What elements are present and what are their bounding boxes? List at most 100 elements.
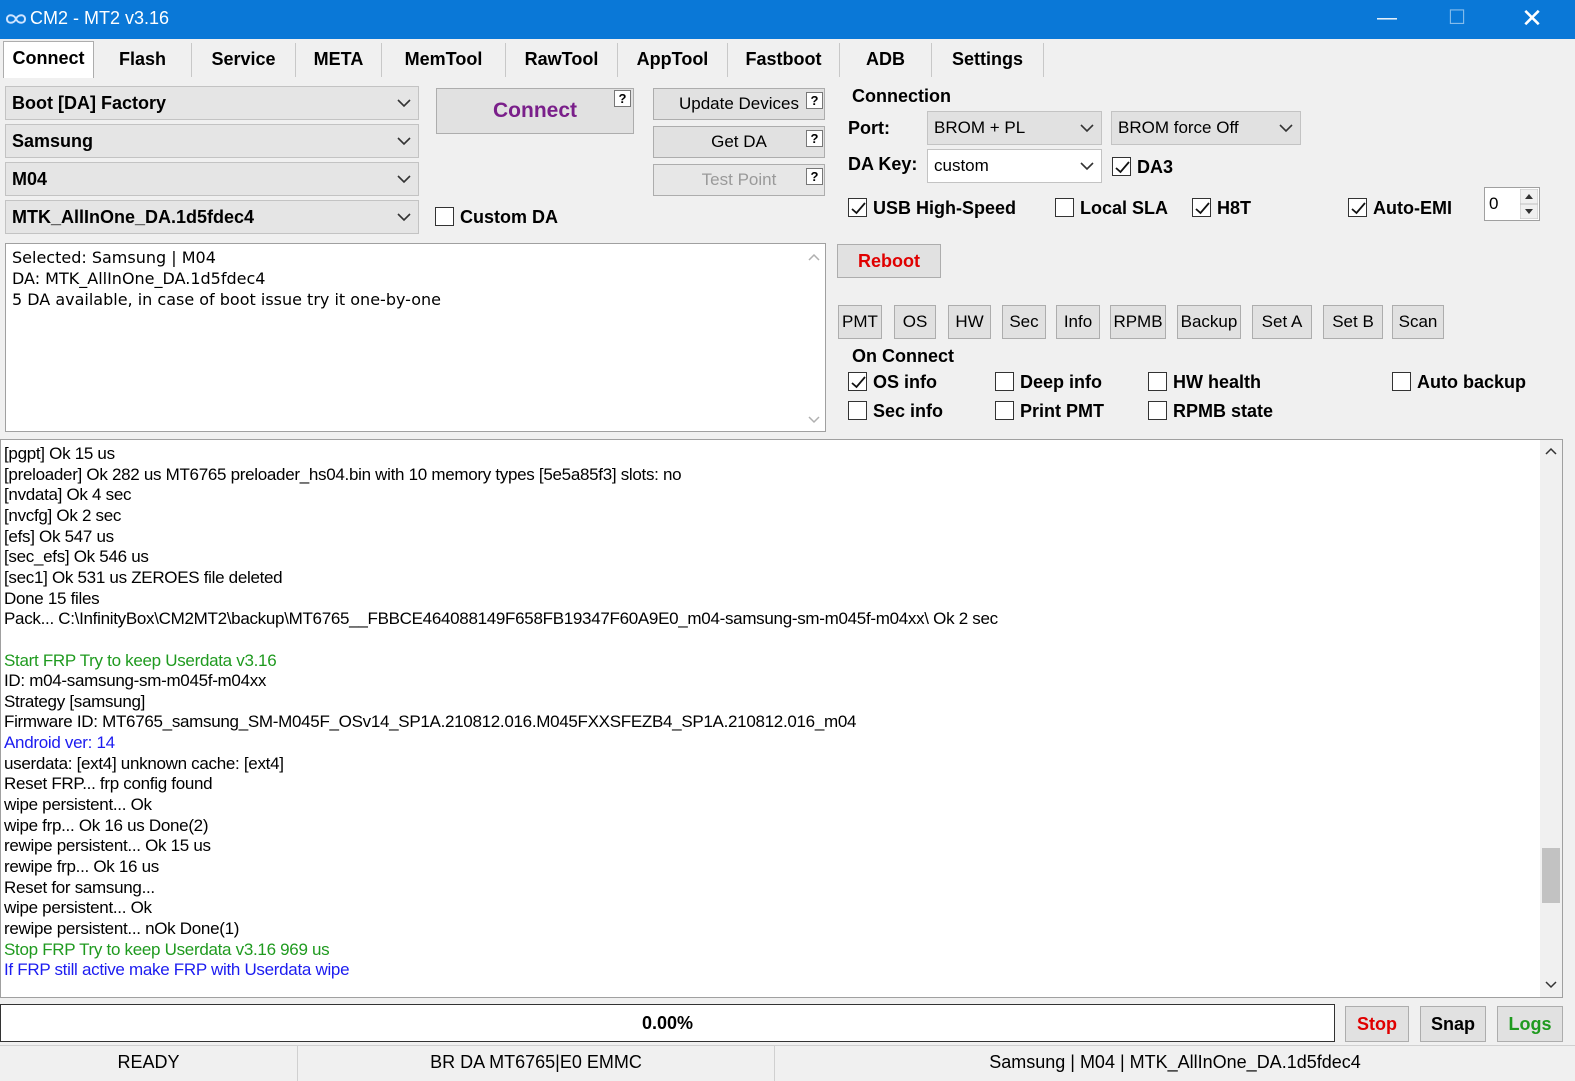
os-info-label: OS info [873, 372, 937, 392]
emi-value: 0 [1489, 194, 1499, 213]
auto-emi-label: Auto-EMI [1373, 198, 1452, 218]
log-line: [preloader] Ok 282 us MT6765 preloader_h… [4, 464, 682, 484]
log-line: userdata: [ext4] unknown cache: [ext4] [4, 753, 284, 773]
get-da-help-icon[interactable]: ? [806, 130, 823, 147]
tab-memtool[interactable]: MemTool [382, 43, 506, 77]
da-file-select[interactable]: MTK_AllInOne_DA.1d5fdec4 [5, 200, 419, 234]
stop-button[interactable]: Stop [1345, 1006, 1409, 1042]
check-mark-icon [1195, 202, 1210, 215]
update-devices-help-icon[interactable]: ? [806, 92, 823, 109]
tab-adb[interactable]: ADB [840, 43, 932, 77]
log-line: Pack... C:\InfinityBox\CM2MT2\backup\MT6… [4, 609, 998, 629]
boot-mode-select[interactable]: Boot [DA] Factory [5, 86, 419, 120]
test-point-button[interactable]: Test Point [653, 164, 825, 196]
dakey-select[interactable]: custom [927, 149, 1102, 183]
close-icon[interactable]: ✕ [1497, 0, 1567, 39]
log-line: wipe frp... Ok 16 us Done(2) [4, 815, 209, 835]
boot-mode-value: Boot [DA] Factory [12, 93, 166, 113]
logs-button[interactable]: Logs [1497, 1006, 1563, 1042]
main-tabs: Connect Flash Service META MemTool RawTo… [0, 39, 1575, 79]
log-line: Stop FRP Try to keep Userdata v3.16 969 … [4, 939, 330, 959]
log-line: [efs] Ok 547 us [4, 526, 114, 546]
connection-group-title: Connection [852, 86, 951, 106]
chevron-down-icon [1080, 124, 1094, 133]
status-device: BR DA MT6765|E0 EMMC [298, 1046, 775, 1081]
model-select[interactable]: M04 [5, 162, 419, 196]
spinner-arrows-icon[interactable] [1520, 189, 1538, 219]
dakey-value: custom [934, 156, 989, 175]
chevron-down-icon [397, 99, 411, 108]
scroll-thumb[interactable] [1542, 848, 1560, 903]
progress-text: 0.00% [641, 1013, 694, 1033]
log-line: [sec1] Ok 531 us ZEROES file deleted [4, 567, 283, 587]
update-devices-button[interactable]: Update Devices [653, 88, 825, 120]
local-sla-label: Local SLA [1080, 198, 1169, 218]
log-line: Android ver: 14 [4, 733, 115, 753]
tab-meta[interactable]: META [296, 43, 382, 77]
log-line: Firmware ID: MT6765_samsung_SM-M045F_OSv… [4, 712, 857, 732]
scroll-down-icon[interactable] [807, 415, 821, 425]
port-select[interactable]: BROM + PL [927, 111, 1102, 145]
connect-label: Connect [493, 99, 577, 122]
log-line: Strategy [samsung] [4, 691, 146, 711]
log-line: [nvdata] Ok 4 sec [4, 485, 132, 505]
info-line: DA: MTK_AllInOne_DA.1d5fdec4 [12, 269, 266, 288]
sec-button[interactable]: Sec [1002, 305, 1046, 339]
tab-flash[interactable]: Flash [94, 43, 192, 77]
log-line: wipe persistent... Ok [4, 795, 152, 815]
pmt-button[interactable]: PMT [838, 305, 882, 339]
brand-select[interactable]: Samsung [5, 124, 419, 158]
connect-button[interactable]: Connect [436, 88, 634, 134]
port-value: BROM + PL [934, 118, 1026, 137]
window-title: CM2 - MT2 v3.16 [30, 8, 170, 28]
chevron-down-icon [397, 213, 411, 222]
brand-value: Samsung [12, 131, 94, 151]
brom-mode-select[interactable]: BROM force Off [1111, 111, 1301, 145]
maximize-icon[interactable]: ☐ [1422, 0, 1492, 39]
check-mark-icon [1115, 161, 1130, 174]
checkbox-box [1148, 401, 1167, 420]
check-mark-icon [851, 202, 866, 215]
tab-settings[interactable]: Settings [932, 43, 1044, 77]
set-b-button[interactable]: Set B [1323, 305, 1383, 339]
connect-help-icon[interactable]: ? [614, 90, 631, 107]
checkbox-box [1112, 157, 1131, 176]
log-scrollbar[interactable] [1540, 440, 1562, 997]
print-pmt-label: Print PMT [1020, 401, 1104, 421]
dakey-label: DA Key: [848, 154, 918, 174]
custom-da-label: Custom DA [460, 207, 558, 227]
snap-button[interactable]: Snap [1420, 1006, 1486, 1042]
os-button[interactable]: OS [894, 305, 936, 339]
get-da-button[interactable]: Get DA [653, 126, 825, 158]
test-point-help-icon[interactable]: ? [806, 168, 823, 185]
tab-connect[interactable]: Connect [3, 41, 94, 78]
minimize-icon[interactable]: — [1352, 0, 1422, 39]
checkbox-box [1192, 198, 1211, 217]
info-button[interactable]: Info [1056, 305, 1100, 339]
update-devices-label: Update Devices [678, 94, 799, 113]
checkbox-box [848, 372, 867, 391]
reboot-button[interactable]: Reboot [837, 244, 941, 278]
h8t-label: H8T [1217, 198, 1252, 218]
backup-button[interactable]: Backup [1177, 305, 1241, 339]
scroll-up-icon[interactable] [1544, 446, 1558, 456]
set-a-button[interactable]: Set A [1252, 305, 1312, 339]
log-line: wipe persistent... Ok [4, 898, 152, 918]
tab-rawtool[interactable]: RawTool [506, 43, 618, 77]
auto-backup-label: Auto backup [1417, 372, 1527, 392]
selection-info-box[interactable]: Selected: Samsung | M04 DA: MTK_AllInOne… [5, 243, 826, 432]
scan-button[interactable]: Scan [1392, 305, 1444, 339]
rpmb-button[interactable]: RPMB [1110, 305, 1166, 339]
scroll-up-icon[interactable] [807, 252, 821, 262]
on-connect-group-title: On Connect [852, 346, 954, 366]
scroll-down-icon[interactable] [1544, 980, 1558, 990]
tab-fastboot[interactable]: Fastboot [728, 43, 840, 77]
brom-mode-value: BROM force Off [1118, 118, 1239, 137]
tab-service[interactable]: Service [192, 43, 296, 77]
emi-spinner[interactable]: 0 [1484, 187, 1540, 221]
tab-apptool[interactable]: AppTool [618, 43, 728, 77]
status-selection: Samsung | M04 | MTK_AllInOne_DA.1d5fdec4 [989, 1052, 1361, 1072]
info-line: 5 DA available, in case of boot issue tr… [12, 290, 441, 309]
log-output[interactable]: [pgpt] Ok 15 us [preloader] Ok 282 us MT6… [0, 439, 1563, 998]
hw-button[interactable]: HW [948, 305, 991, 339]
